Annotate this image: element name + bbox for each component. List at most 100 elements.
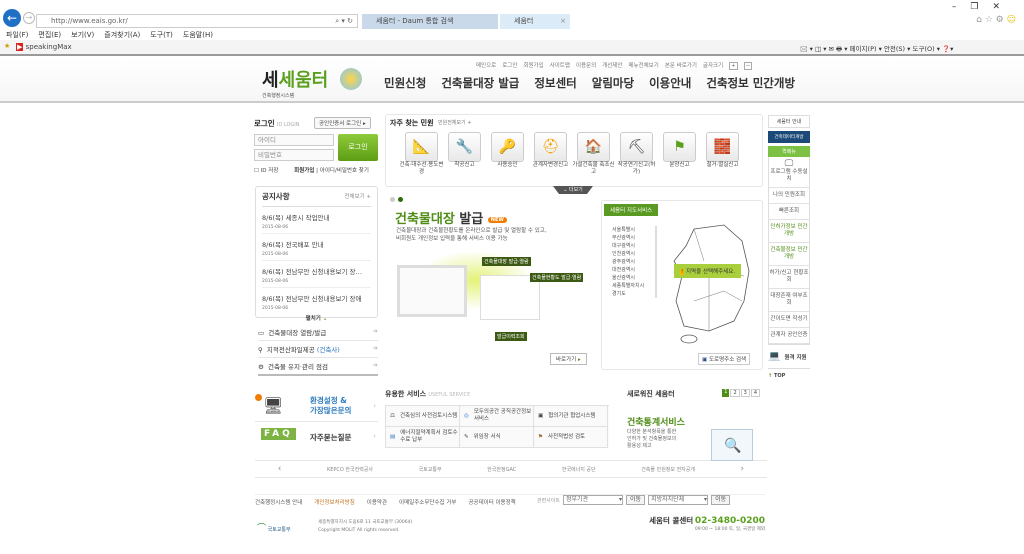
favorite-speakingmax[interactable]: ▶ speakingMax (16, 43, 72, 51)
sidebar-open-data-banner[interactable]: 건축데이터개방 (768, 131, 810, 143)
notice-item[interactable]: 8/6(목) 전국배포 안내 2015-08-06 (262, 234, 371, 261)
util-main[interactable]: 메인으로 (476, 63, 496, 69)
save-id-checkbox[interactable]: ☐ ID 저장 (254, 168, 278, 174)
remote-support[interactable]: 💻 원격 지원 (768, 345, 810, 369)
service-party-change[interactable]: ⛑ 관계자변경신고 (529, 132, 572, 176)
nav-apply[interactable]: 민원신청 (384, 76, 426, 90)
service-temp-building[interactable]: 🏠 가설건축물 축조신고 (572, 132, 615, 176)
quick-register-exists[interactable]: 대장존재 여부조회 (769, 289, 809, 312)
site-logo[interactable]: 세세움터 건축행정시스템 (262, 66, 328, 99)
partner-logo[interactable]: 건축물 민원정보 전자공개 (641, 466, 695, 473)
tab-daum[interactable]: 세움터 - Daum 통합 검색 (362, 14, 498, 29)
nav-info[interactable]: 정보센터 (534, 76, 576, 90)
notice-more-link[interactable]: 전체보기 + (344, 192, 371, 200)
settings-faq-banner[interactable]: 🖥 환경설정 & 가장많은문의 › (255, 392, 378, 422)
partner-logo[interactable]: KEPCO 한국전력공사 (327, 466, 373, 473)
partner-prev-button[interactable]: ‹ (278, 464, 282, 474)
slide-dot[interactable] (390, 197, 395, 202)
news-page-3[interactable]: 3 (740, 389, 750, 397)
menu-tools[interactable]: 도구(T) (150, 31, 173, 39)
useful-item[interactable]: ✎ 위임장 서식 (460, 427, 534, 448)
quick-party-cert[interactable]: 관계자 공인인증 (769, 328, 809, 344)
news-page-4[interactable]: 4 (750, 389, 760, 397)
address-bar[interactable]: http://www.eais.go.kr/ ⌕ ▾ ↻ (36, 14, 358, 28)
window-controls[interactable]: –❐✕ (952, 2, 1014, 12)
gov-site-select[interactable]: 정부기관 ▾ (563, 495, 624, 505)
util-skip[interactable]: 본문 바로가기 (665, 63, 697, 69)
service-building-permit[interactable]: 📐 건축·대수선·용도변경 (400, 132, 443, 176)
korea-map[interactable] (664, 221, 759, 346)
nav-register[interactable]: 건축물대장 발급 (441, 76, 519, 90)
nav-notice[interactable]: 알림마당 (592, 76, 634, 90)
useful-item[interactable]: ▣ 협의기관 협업시스템 (534, 406, 608, 427)
partner-next-button[interactable]: › (741, 464, 745, 474)
footer-link-email[interactable]: 이메일주소무단수집 거부 (399, 500, 456, 506)
quick-fast-lookup[interactable]: 빠른조회 (769, 204, 809, 220)
footer-link-guide[interactable]: 건축행정시스템 안내 (255, 500, 302, 506)
quick-building-open[interactable]: 건축물정보 민간개방 (769, 243, 809, 266)
region-list[interactable]: 서울특별시 부산광역시 대구광역시 인천광역시 광주광역시 대전광역시 울산광역시 세종특별자… (612, 226, 657, 298)
partner-logo[interactable]: 한국에너지 공단 (562, 466, 596, 473)
forward-button[interactable]: → (23, 12, 35, 24)
favorites-star-icon[interactable]: ★ (4, 42, 10, 50)
tab-seumter[interactable]: 세움터 × (500, 14, 570, 29)
gov-go-button[interactable]: 이동 (626, 495, 646, 505)
news-page-1[interactable]: 1 (722, 389, 730, 397)
frequent-more-toggle[interactable]: ⌄ 더보기 (553, 186, 593, 194)
quick-my-requests[interactable]: 나의 민원조회 (769, 188, 809, 204)
font-plus-button[interactable]: + (729, 62, 738, 70)
util-suggest[interactable]: 개선제안 (602, 63, 622, 69)
quick-permit-status[interactable]: 허가/신고 현황조회 (769, 266, 809, 289)
menu-edit[interactable]: 편집(E) (38, 31, 61, 39)
local-go-button[interactable]: 이동 (711, 495, 731, 505)
banner-tag[interactable]: 건축물현황도 발급·열람 (530, 273, 584, 282)
menu-favorites[interactable]: 즐겨찾기(A) (104, 31, 140, 39)
command-bar[interactable]: 🖂 ▾ ◫ ▾ ✉ 🖶 ▾ 페이지(P) ▾ 안전(S) ▾ 도구(O) ▾ ❓… (800, 43, 953, 56)
back-button[interactable]: ← (3, 9, 21, 27)
nav-open-data[interactable]: 건축정보 민간개방 (706, 76, 795, 90)
nav-guide[interactable]: 이용안내 (649, 76, 691, 90)
service-approval[interactable]: 🔑 사용승인 (486, 132, 529, 176)
login-button[interactable]: 로그인 (338, 134, 378, 161)
service-start[interactable]: 🔧 착공신고 (443, 132, 486, 176)
faq-banner[interactable]: FAQ 자주묻는질문 › (255, 424, 378, 450)
top-button[interactable]: ↑ TOP (768, 369, 810, 379)
road-address-search-button[interactable]: ▣ 도로명주소 검색 (698, 353, 751, 365)
util-sitemap[interactable]: 사이트맵 (550, 63, 570, 69)
notice-item[interactable]: 8/6(목) 전남무안 신청내용보기 장애 2015-08-06 (262, 288, 371, 314)
menu-file[interactable]: 파일(F) (6, 31, 28, 39)
quick-drawing-tool[interactable]: 간이도면 작성기 (769, 312, 809, 328)
partner-logo[interactable]: 국토교통부 (419, 466, 442, 473)
menu-help[interactable]: 도움말(H) (183, 31, 213, 39)
cert-login-button[interactable]: 공인인증서 로그인 ▸ (314, 117, 371, 129)
home-star-gear-icons[interactable]: ⌂ ☆ ⚙ ☺ (976, 15, 1016, 25)
useful-item[interactable]: ◎ 모두의공간 공직공간정보서비스 (460, 406, 534, 427)
font-minus-button[interactable]: − (743, 62, 753, 70)
news-headline[interactable]: 건축통계서비스 (627, 415, 685, 428)
password-input[interactable]: 비밀번호 (254, 149, 334, 161)
quick-link-maintenance[interactable]: ⚙ 건축물 유지·관리 점검 ➜ (258, 358, 378, 376)
close-tab-icon[interactable]: × (560, 14, 566, 29)
notice-item[interactable]: 8/6(목) 세종시 작업안내 2015-08-06 (262, 207, 371, 234)
local-site-select[interactable]: 지방자치단체 ▾ (648, 495, 709, 505)
useful-item[interactable]: ▤ 에너지절약계획서 검토수수료 납부 (386, 427, 460, 448)
banner-go-button[interactable]: 바로가기 ▸ (550, 353, 587, 365)
quick-link-register[interactable]: ▭ 건축물대장 열람/발급 ➜ (258, 324, 378, 341)
banner-tag[interactable]: 건축물대장 발급·열람 (482, 257, 531, 266)
footer-link-public-data[interactable]: 공공데이터 이용정책 (468, 500, 515, 506)
find-account-link[interactable]: 아이디/비밀번호 찾기 (320, 168, 369, 174)
quick-permit-open[interactable]: 인허가정보 민간개방 (769, 220, 809, 243)
util-login[interactable]: 로그인 (502, 63, 517, 69)
service-delay[interactable]: ⛏ 착공연기신고(허가) (615, 132, 658, 176)
util-all-menu[interactable]: 메뉴전체보기 (628, 63, 658, 69)
footer-link-terms[interactable]: 이용약관 (367, 500, 387, 506)
menu-view[interactable]: 보기(V) (71, 31, 94, 39)
useful-item[interactable]: ⚑ 사전적법성 검토 (534, 427, 608, 448)
util-inquiry[interactable]: 이용문의 (576, 63, 596, 69)
notice-expand-button[interactable]: 펼치기 ⌄ (262, 314, 371, 322)
quick-program[interactable]: 🖵 프로그램 수동설치 (769, 157, 809, 188)
join-link[interactable]: 회원가입 (294, 168, 314, 174)
service-demolition[interactable]: 🧱 철거·멸실신고 (701, 132, 744, 176)
news-page-2[interactable]: 2 (730, 389, 740, 397)
slide-dot-active[interactable] (398, 197, 403, 202)
